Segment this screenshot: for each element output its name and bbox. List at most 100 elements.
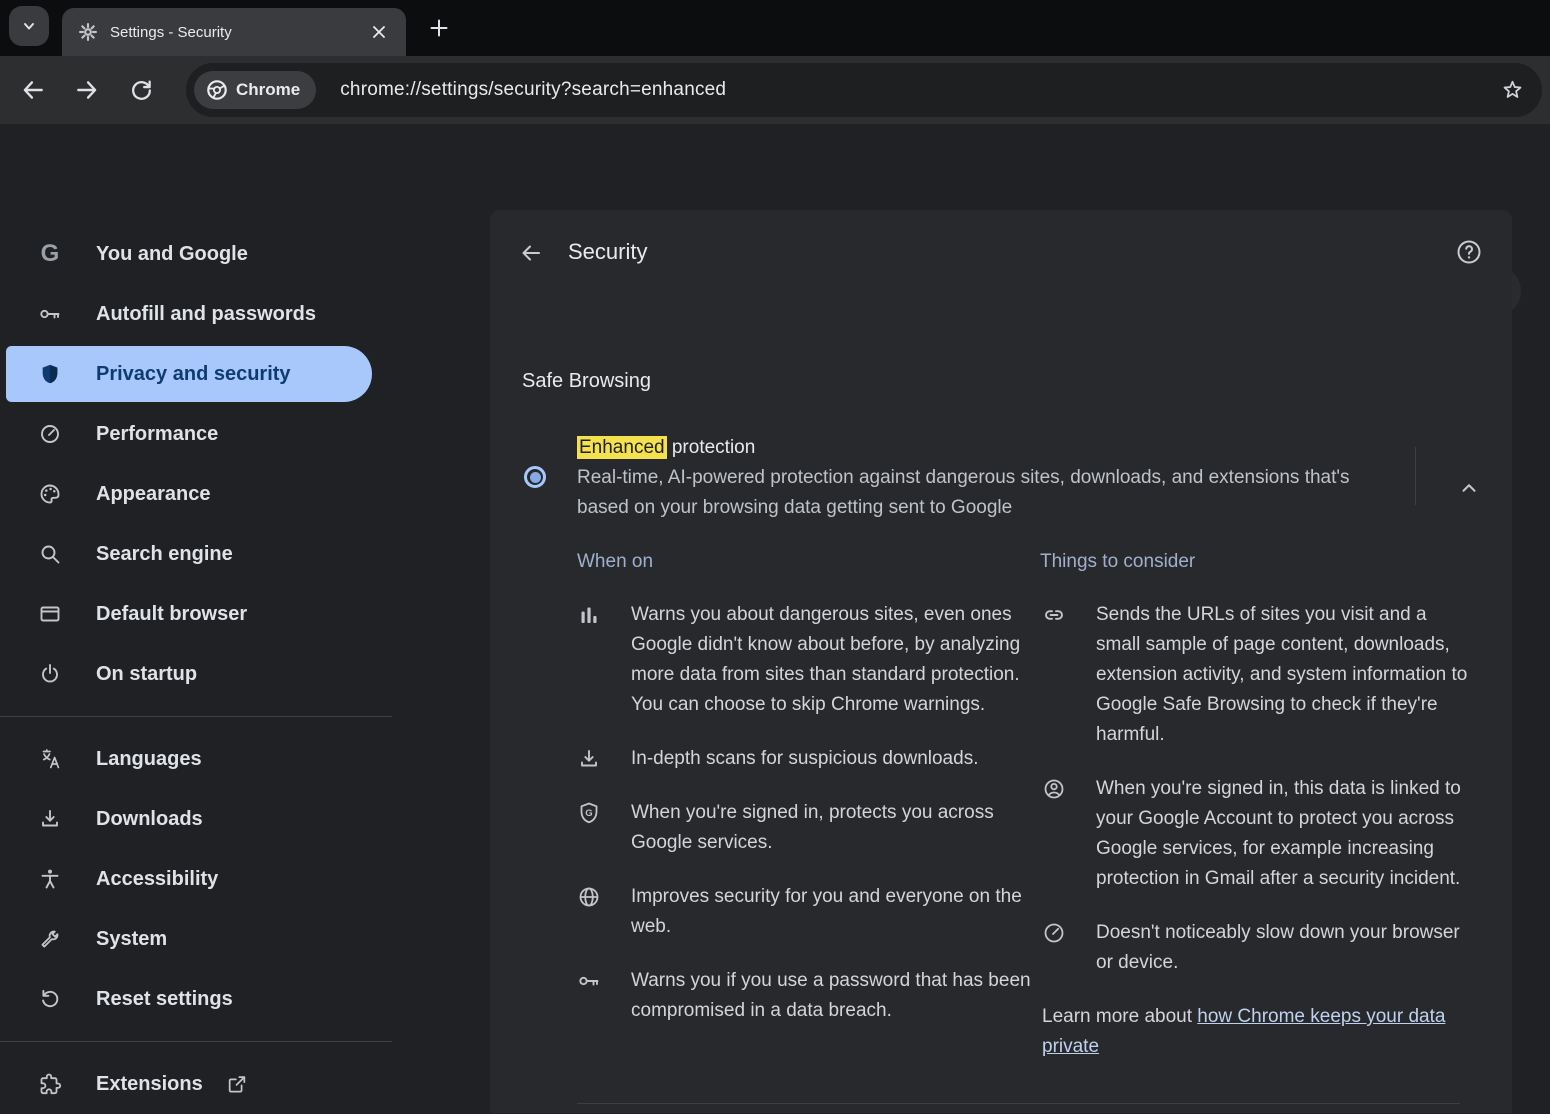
settings-header: Settings	[0, 124, 1550, 210]
sidebar-item-label: Appearance	[96, 483, 211, 506]
search-highlight: Enhanced	[577, 436, 667, 459]
close-icon	[372, 25, 386, 39]
page-back-button[interactable]	[515, 237, 547, 269]
sidebar-item-on-startup[interactable]: On startup	[0, 644, 490, 704]
bookmark-star-button[interactable]	[1498, 76, 1526, 104]
forward-arrow-icon	[74, 77, 100, 103]
gear-icon	[78, 22, 98, 42]
enhanced-protection-radio[interactable]	[524, 466, 546, 488]
tab-strip: Settings - Security	[0, 0, 1550, 56]
sidebar-item-system[interactable]: System	[0, 909, 490, 969]
row-separator	[1415, 447, 1416, 505]
omnibox[interactable]: Chrome chrome://settings/security?search…	[186, 63, 1542, 117]
reload-icon	[129, 78, 154, 103]
list-item: When you're signed in, this data is link…	[1042, 774, 1472, 894]
site-chip[interactable]: Chrome	[194, 71, 316, 109]
new-tab-button[interactable]	[424, 13, 454, 43]
enhanced-title-rest: protection	[667, 437, 756, 458]
puzzle-icon	[38, 1072, 62, 1096]
help-button[interactable]	[1453, 236, 1485, 268]
back-arrow-icon	[519, 241, 543, 265]
list-item: In-depth scans for suspicious downloads.	[577, 744, 1037, 774]
sidebar-item-default-browser[interactable]: Default browser	[0, 584, 490, 644]
sidebar-divider	[0, 1041, 392, 1042]
sidebar-item-performance[interactable]: Performance	[0, 404, 490, 464]
download-icon	[38, 807, 62, 831]
tab-search-button[interactable]	[9, 6, 49, 46]
site-chip-label: Chrome	[236, 80, 300, 100]
sidebar-item-downloads[interactable]: Downloads	[0, 789, 490, 849]
list-item: Improves security for you and everyone o…	[577, 882, 1037, 942]
sidebar-item-reset-settings[interactable]: Reset settings	[0, 969, 490, 1029]
sidebar-item-label: You and Google	[96, 243, 248, 266]
reload-button[interactable]	[123, 72, 159, 108]
svg-text:G: G	[585, 808, 592, 819]
chevron-up-icon	[1458, 477, 1480, 499]
link-icon	[1042, 603, 1066, 627]
things-to-consider-list: Sends the URLs of sites you visit and a …	[1042, 600, 1472, 1062]
settings-sidebar: G You and Google Autofill and passwords …	[0, 210, 490, 1113]
tab-title: Settings - Security	[110, 24, 366, 41]
sidebar-item-you-and-google[interactable]: G You and Google	[0, 224, 490, 284]
list-item: Doesn't noticeably slow down your browse…	[1042, 918, 1472, 978]
shield-icon	[38, 362, 62, 386]
chrome-logo-icon	[206, 79, 228, 101]
sidebar-item-label: Default browser	[96, 603, 247, 626]
sidebar-item-label: Downloads	[96, 808, 203, 831]
star-icon	[1500, 78, 1525, 103]
sidebar-item-label: Reset settings	[96, 988, 233, 1011]
back-arrow-icon	[20, 77, 46, 103]
collapse-button[interactable]	[1452, 471, 1486, 505]
sidebar-item-label: Search engine	[96, 543, 233, 566]
list-item: Warns you if you use a password that has…	[577, 966, 1037, 1026]
back-button[interactable]	[15, 72, 51, 108]
sidebar-item-label: Languages	[96, 748, 202, 771]
google-g-icon: G	[38, 242, 62, 266]
sidebar-item-autofill[interactable]: Autofill and passwords	[0, 284, 490, 344]
enhanced-protection-description: Real-time, AI-powered protection against…	[577, 463, 1392, 523]
page-title: Security	[568, 239, 647, 265]
chevron-down-icon	[21, 18, 37, 34]
browser-window-icon	[38, 602, 62, 626]
safe-browsing-heading: Safe Browsing	[522, 370, 651, 393]
tab-close-button[interactable]	[366, 19, 392, 45]
palette-icon	[38, 482, 62, 506]
key-icon	[38, 302, 62, 326]
learn-more-text: Learn more about how Chrome keeps your d…	[1042, 1002, 1474, 1062]
sidebar-divider	[0, 716, 392, 717]
forward-button[interactable]	[69, 72, 105, 108]
account-circle-icon	[1042, 777, 1066, 801]
sidebar-item-appearance[interactable]: Appearance	[0, 464, 490, 524]
sidebar-item-label: Accessibility	[96, 868, 218, 891]
magnifier-icon	[38, 542, 62, 566]
url-text[interactable]: chrome://settings/security?search=enhanc…	[340, 79, 1498, 101]
external-link-icon	[226, 1073, 248, 1095]
sidebar-item-label: Performance	[96, 423, 218, 446]
sidebar-item-languages[interactable]: Languages	[0, 729, 490, 789]
sidebar-item-extensions[interactable]: Extensions	[0, 1054, 490, 1114]
section-divider	[577, 1103, 1460, 1104]
analytics-bars-icon	[577, 603, 601, 627]
sidebar-item-label: Privacy and security	[96, 363, 291, 386]
wrench-icon	[38, 927, 62, 951]
tab-settings-security[interactable]: Settings - Security	[62, 8, 406, 56]
accessibility-person-icon	[38, 867, 62, 891]
list-item: Sends the URLs of sites you visit and a …	[1042, 600, 1472, 750]
help-icon	[1455, 238, 1483, 266]
translate-icon	[38, 747, 62, 771]
google-shield-icon: G	[577, 801, 601, 825]
sidebar-item-label: Extensions	[96, 1073, 203, 1096]
power-icon	[38, 662, 62, 686]
things-to-consider-heading: Things to consider	[1040, 550, 1195, 574]
speedometer-icon	[1042, 921, 1066, 945]
reset-arrow-icon	[38, 987, 62, 1011]
sidebar-item-privacy-and-security[interactable]: Privacy and security	[6, 346, 372, 402]
sidebar-item-label: On startup	[96, 663, 197, 686]
learn-more-prefix: Learn more about	[1042, 1006, 1197, 1027]
radio-dot	[530, 472, 541, 483]
list-item: Warns you about dangerous sites, even on…	[577, 600, 1037, 720]
download-scan-icon	[577, 747, 601, 771]
sidebar-item-accessibility[interactable]: Accessibility	[0, 849, 490, 909]
sidebar-item-search-engine[interactable]: Search engine	[0, 524, 490, 584]
plus-icon	[429, 18, 449, 38]
